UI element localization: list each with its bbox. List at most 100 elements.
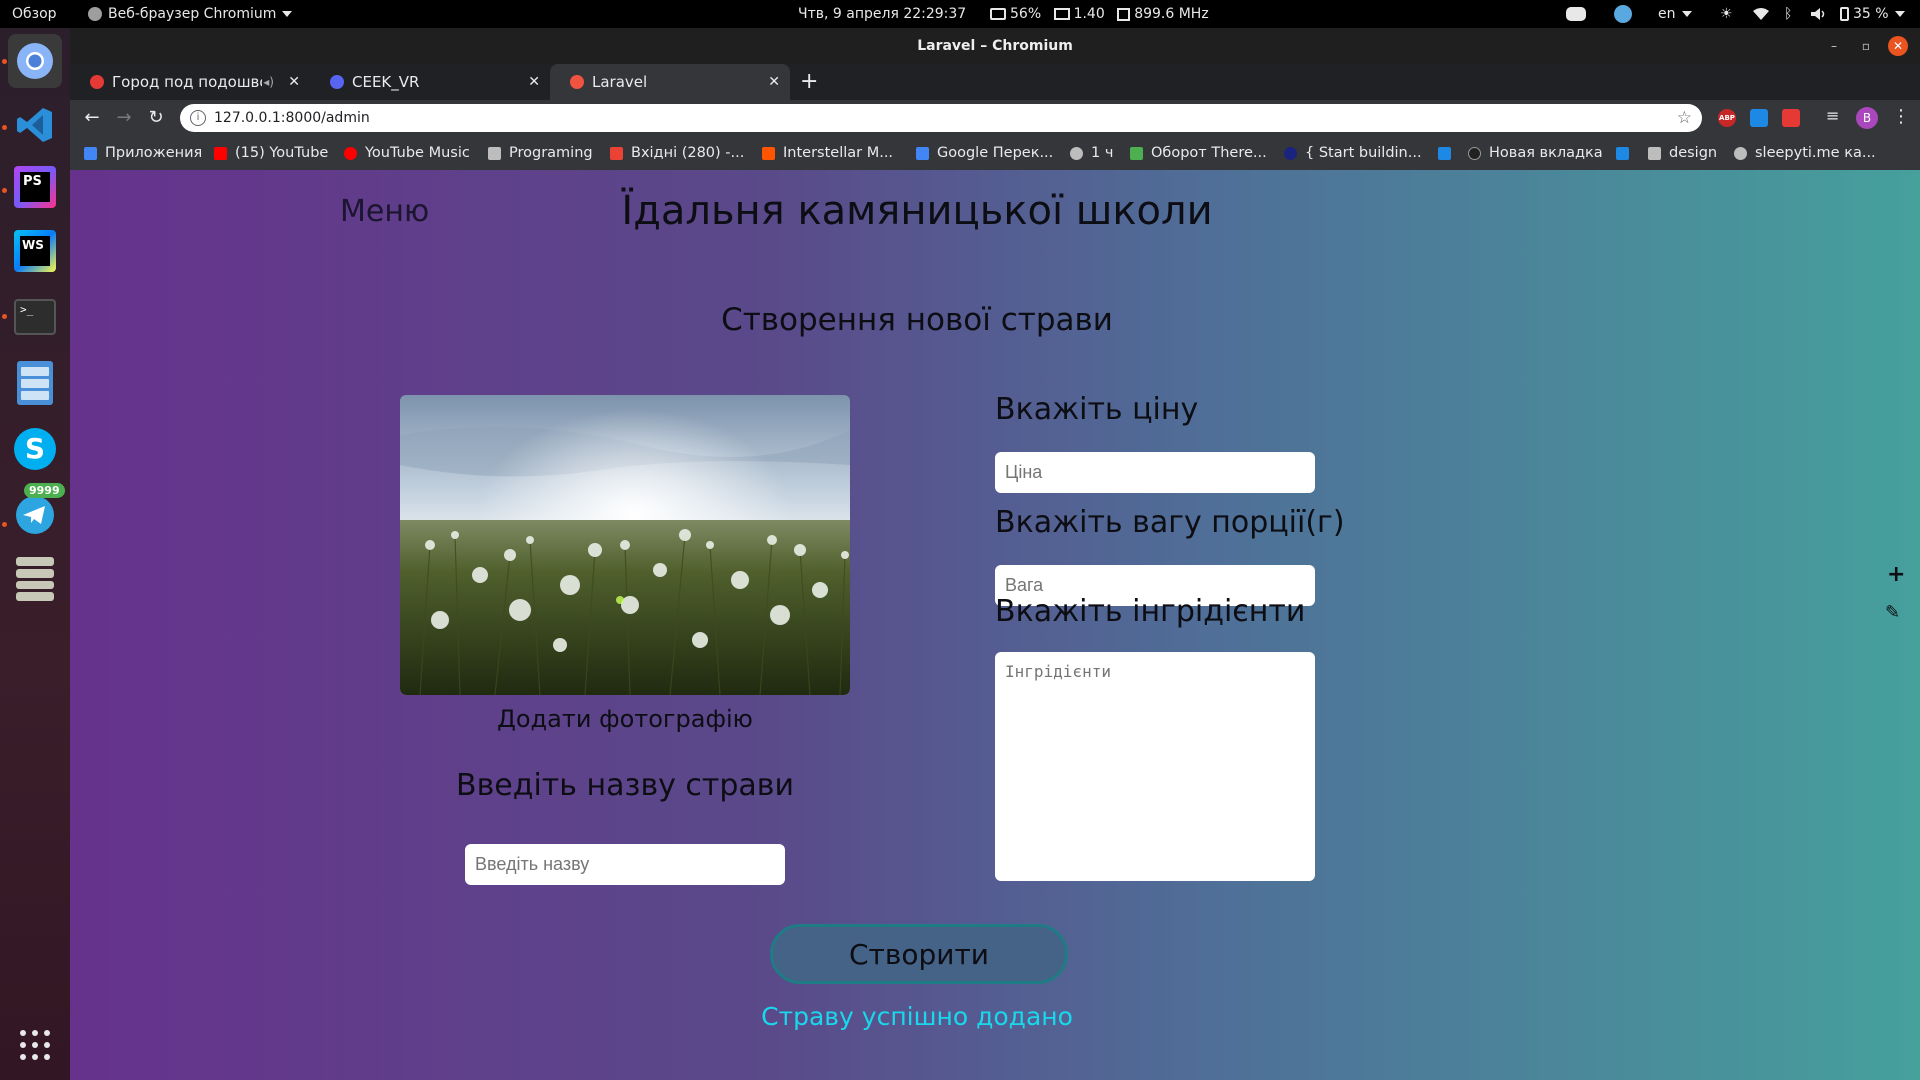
chromium-app-icon [88, 7, 102, 21]
bookmark-gmail[interactable]: Вхідні (280) -... [610, 136, 744, 170]
webstorm-icon: WS [14, 230, 56, 272]
menu-link[interactable]: Меню [340, 194, 429, 229]
battery-monitor-icon [990, 8, 1006, 20]
language-switcher[interactable]: en [1658, 0, 1692, 28]
system-monitor[interactable]: 56% 1.40 899.6 MHz [990, 0, 1209, 28]
discord-icon[interactable] [1566, 0, 1586, 28]
dish-photo-upload[interactable] [400, 395, 850, 695]
close-tab-icon[interactable]: ✕ [288, 64, 300, 100]
adblock-icon[interactable]: ABP [1718, 109, 1736, 127]
bookmark-folder-design[interactable]: design [1648, 136, 1717, 170]
clock[interactable]: Чтв, 9 апреля 22:29:37 [798, 0, 966, 28]
edit-icon[interactable]: ✎ [1885, 602, 1900, 623]
ed-icon [1130, 146, 1143, 160]
youtube-icon [214, 146, 227, 160]
profile-avatar[interactable]: B [1856, 107, 1878, 129]
window-titlebar[interactable]: Laravel – Chromium – ▫ ✕ [70, 28, 1920, 64]
bookmark-label: Приложения [105, 145, 203, 161]
close-tab-icon[interactable]: ✕ [768, 64, 780, 100]
tab-ceek-vr[interactable]: CEEK_VR ✕ [310, 64, 550, 100]
show-applications-button[interactable] [8, 1018, 62, 1072]
address-bar[interactable]: i 127.0.0.1:8000/admin ☆ [180, 104, 1702, 132]
close-tab-icon[interactable]: ✕ [528, 64, 540, 100]
bookmark-cube[interactable] [1616, 136, 1637, 170]
page-content: Меню Їдальня камяницької школи Створення… [70, 170, 1920, 1080]
battery-percent: 35 % [1853, 6, 1889, 22]
youtube-music-icon [344, 146, 357, 160]
webstorm-launcher[interactable]: WS [8, 224, 62, 278]
soundcloud-icon [762, 146, 775, 160]
bookmark-google-translate[interactable]: Google Перек... [916, 136, 1053, 170]
browser-tray-icon[interactable] [1614, 0, 1632, 28]
create-button[interactable]: Створити [770, 924, 1068, 984]
activities-button[interactable]: Обзор [12, 0, 57, 28]
bookmark-label: Programing [509, 145, 593, 161]
wifi-icon[interactable] [1752, 0, 1770, 28]
skype-icon: S [14, 428, 56, 470]
dish-photo [400, 395, 850, 695]
monitor-icon [1053, 8, 1070, 20]
bookmark-star-icon[interactable]: ☆ [1677, 104, 1692, 132]
server-icon [16, 557, 54, 601]
skype-launcher[interactable]: S [8, 422, 62, 476]
laravel-favicon [570, 75, 584, 89]
bookmark-1h[interactable]: 1 ч [1070, 136, 1113, 170]
bookmark-sleepytime[interactable]: sleepyti.me ка... [1734, 136, 1876, 170]
media-controls-icon[interactable]: ≡ [1826, 106, 1839, 125]
bookmark-soundcloud[interactable]: Interstellar M... [762, 136, 893, 170]
bookmark-start-building[interactable]: { Start buildin... [1284, 136, 1422, 170]
extension-icon[interactable] [1782, 109, 1800, 127]
ingredients-textarea[interactable] [995, 652, 1315, 881]
globe-icon [1070, 146, 1083, 160]
tab-strip: Город под подошвой ◂) ✕ CEEK_VR ✕ Larave… [70, 64, 1920, 100]
running-indicator [2, 188, 7, 193]
vscode-icon [17, 108, 52, 142]
info-icon[interactable]: i [190, 110, 206, 126]
bookmark-apps[interactable]: Приложения [84, 136, 202, 170]
phpstorm-launcher[interactable]: PS [8, 160, 62, 214]
telegram-launcher[interactable]: 9999 [8, 483, 65, 540]
bookmark-label: Google Перек... [937, 145, 1054, 161]
files-launcher[interactable] [8, 356, 62, 410]
load-value: 1.40 [1073, 6, 1105, 22]
tab-youtube[interactable]: Город под подошвой ◂) ✕ [70, 64, 310, 100]
dish-name-input[interactable] [465, 844, 785, 885]
maximize-button[interactable]: ▫ [1856, 36, 1876, 56]
brightness-icon[interactable]: ☀ [1720, 0, 1733, 28]
back-arrow-icon[interactable]: ← [80, 106, 104, 130]
site-title: Їдальня камяницької школи [621, 188, 1213, 234]
bookmark-folder-programing[interactable]: Programing [488, 136, 593, 170]
battery-indicator[interactable]: 35 % [1840, 0, 1905, 28]
bookmark-youtube-music[interactable]: YouTube Music [344, 136, 470, 170]
bluetooth-icon[interactable]: ᛒ [1784, 0, 1792, 28]
close-window-button[interactable]: ✕ [1888, 36, 1908, 56]
forward-arrow-icon[interactable]: → [112, 106, 136, 130]
price-label: Вкажіть ціну [995, 392, 1199, 427]
volume-icon[interactable] [1810, 0, 1828, 28]
add-photo-label[interactable]: Додати фотографію [400, 705, 850, 733]
tab-laravel[interactable]: Laravel ✕ [550, 64, 790, 100]
chromium-launcher[interactable] [8, 34, 62, 88]
price-input[interactable] [995, 452, 1315, 493]
kebab-menu-icon[interactable]: ⋮ [1892, 106, 1910, 127]
reload-icon[interactable]: ↻ [144, 106, 168, 130]
server-app-launcher[interactable] [8, 552, 62, 606]
minimize-button[interactable]: – [1824, 36, 1844, 56]
speaker-muted-icon[interactable]: ◂) [263, 64, 274, 100]
new-tab-button[interactable]: + [800, 64, 830, 100]
translate-extension-icon[interactable] [1750, 109, 1768, 127]
bookmark-trello[interactable] [1438, 136, 1459, 170]
app-menu[interactable]: Веб-браузер Chromium [88, 0, 293, 28]
terminal-launcher[interactable]: >_ [8, 290, 62, 344]
bookmark-new-tab[interactable]: Новая вкладка [1468, 136, 1603, 170]
plus-icon[interactable]: + [1887, 562, 1905, 587]
chromium-icon [17, 43, 53, 79]
vscode-launcher[interactable] [8, 98, 62, 152]
phone-battery-icon [1840, 7, 1849, 21]
bookmark-oborot[interactable]: Оборот There... [1130, 136, 1267, 170]
bookmark-youtube[interactable]: (15) YouTube [214, 136, 328, 170]
bookmark-label: sleepyti.me ка... [1755, 145, 1876, 161]
bookmark-label: Interstellar M... [783, 145, 894, 161]
cpu-icon [1117, 7, 1131, 21]
app-menu-label: Веб-браузер Chromium [108, 6, 277, 22]
